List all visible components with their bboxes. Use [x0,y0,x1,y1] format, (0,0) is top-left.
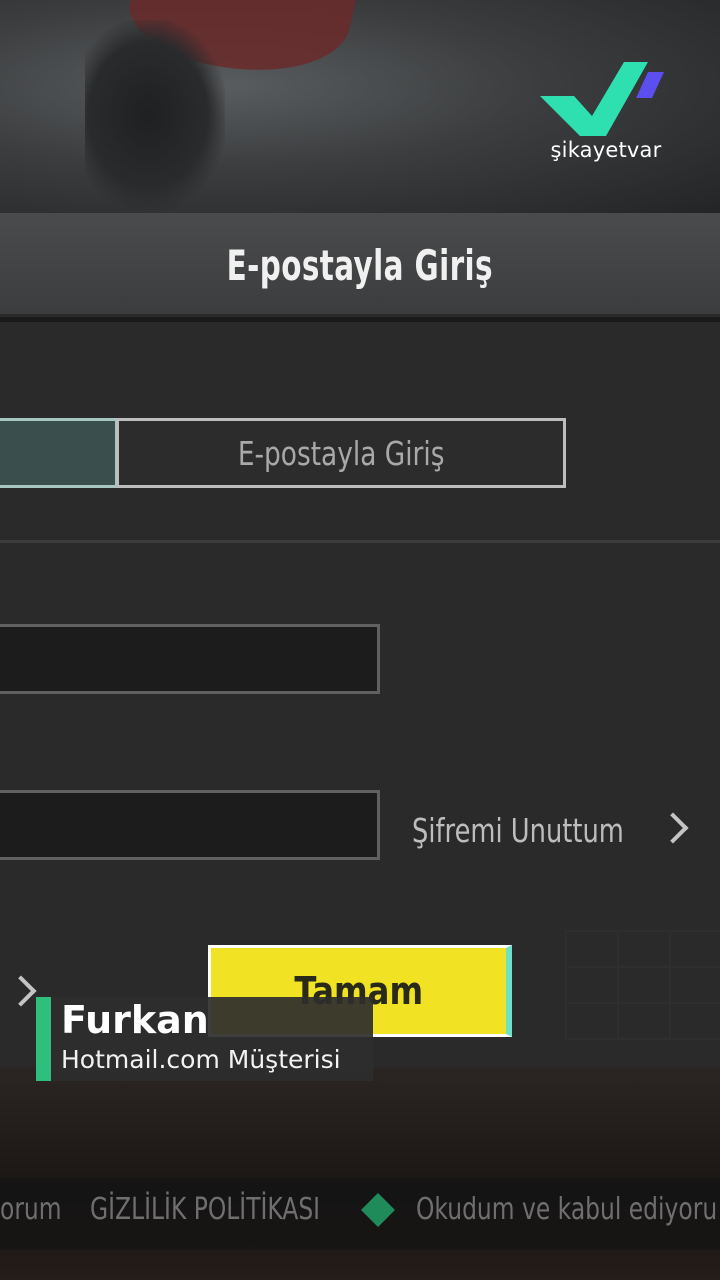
page-title: E-postayla Giriş [226,241,494,290]
footer-left-text: orum [0,1192,62,1227]
brand-name: şikayetvar [550,138,662,162]
chevron-right-icon [5,975,37,1007]
left-partial-link[interactable] [5,975,37,1007]
tab-email-login-label: E-postayla Giriş [237,433,445,473]
divider [0,540,720,543]
forgot-password-label: Şifremi Unuttum [412,810,624,850]
caption-subtitle: Hotmail.com Müşterisi [61,1045,341,1074]
accept-terms-text: Okudum ve kabul ediyoru [416,1192,718,1227]
caption-accent-bar [36,997,51,1081]
tab-other-login[interactable] [0,418,118,488]
character-silhouette [85,20,225,210]
decorative-grid [565,930,720,1040]
email-field[interactable] [0,624,380,694]
tab-email-login[interactable]: E-postayla Giriş [116,418,566,488]
password-field[interactable] [0,790,380,860]
caption-name: Furkan [61,998,209,1042]
check-logo-icon [540,62,664,136]
sikayetvar-logo: şikayetvar [536,58,676,178]
forgot-password-link[interactable]: Şifremi Unuttum [412,805,689,855]
privacy-policy-link[interactable]: GİZLİLİK POLİTİKASI [90,1192,385,1227]
login-header: E-postayla Giriş [0,213,720,317]
